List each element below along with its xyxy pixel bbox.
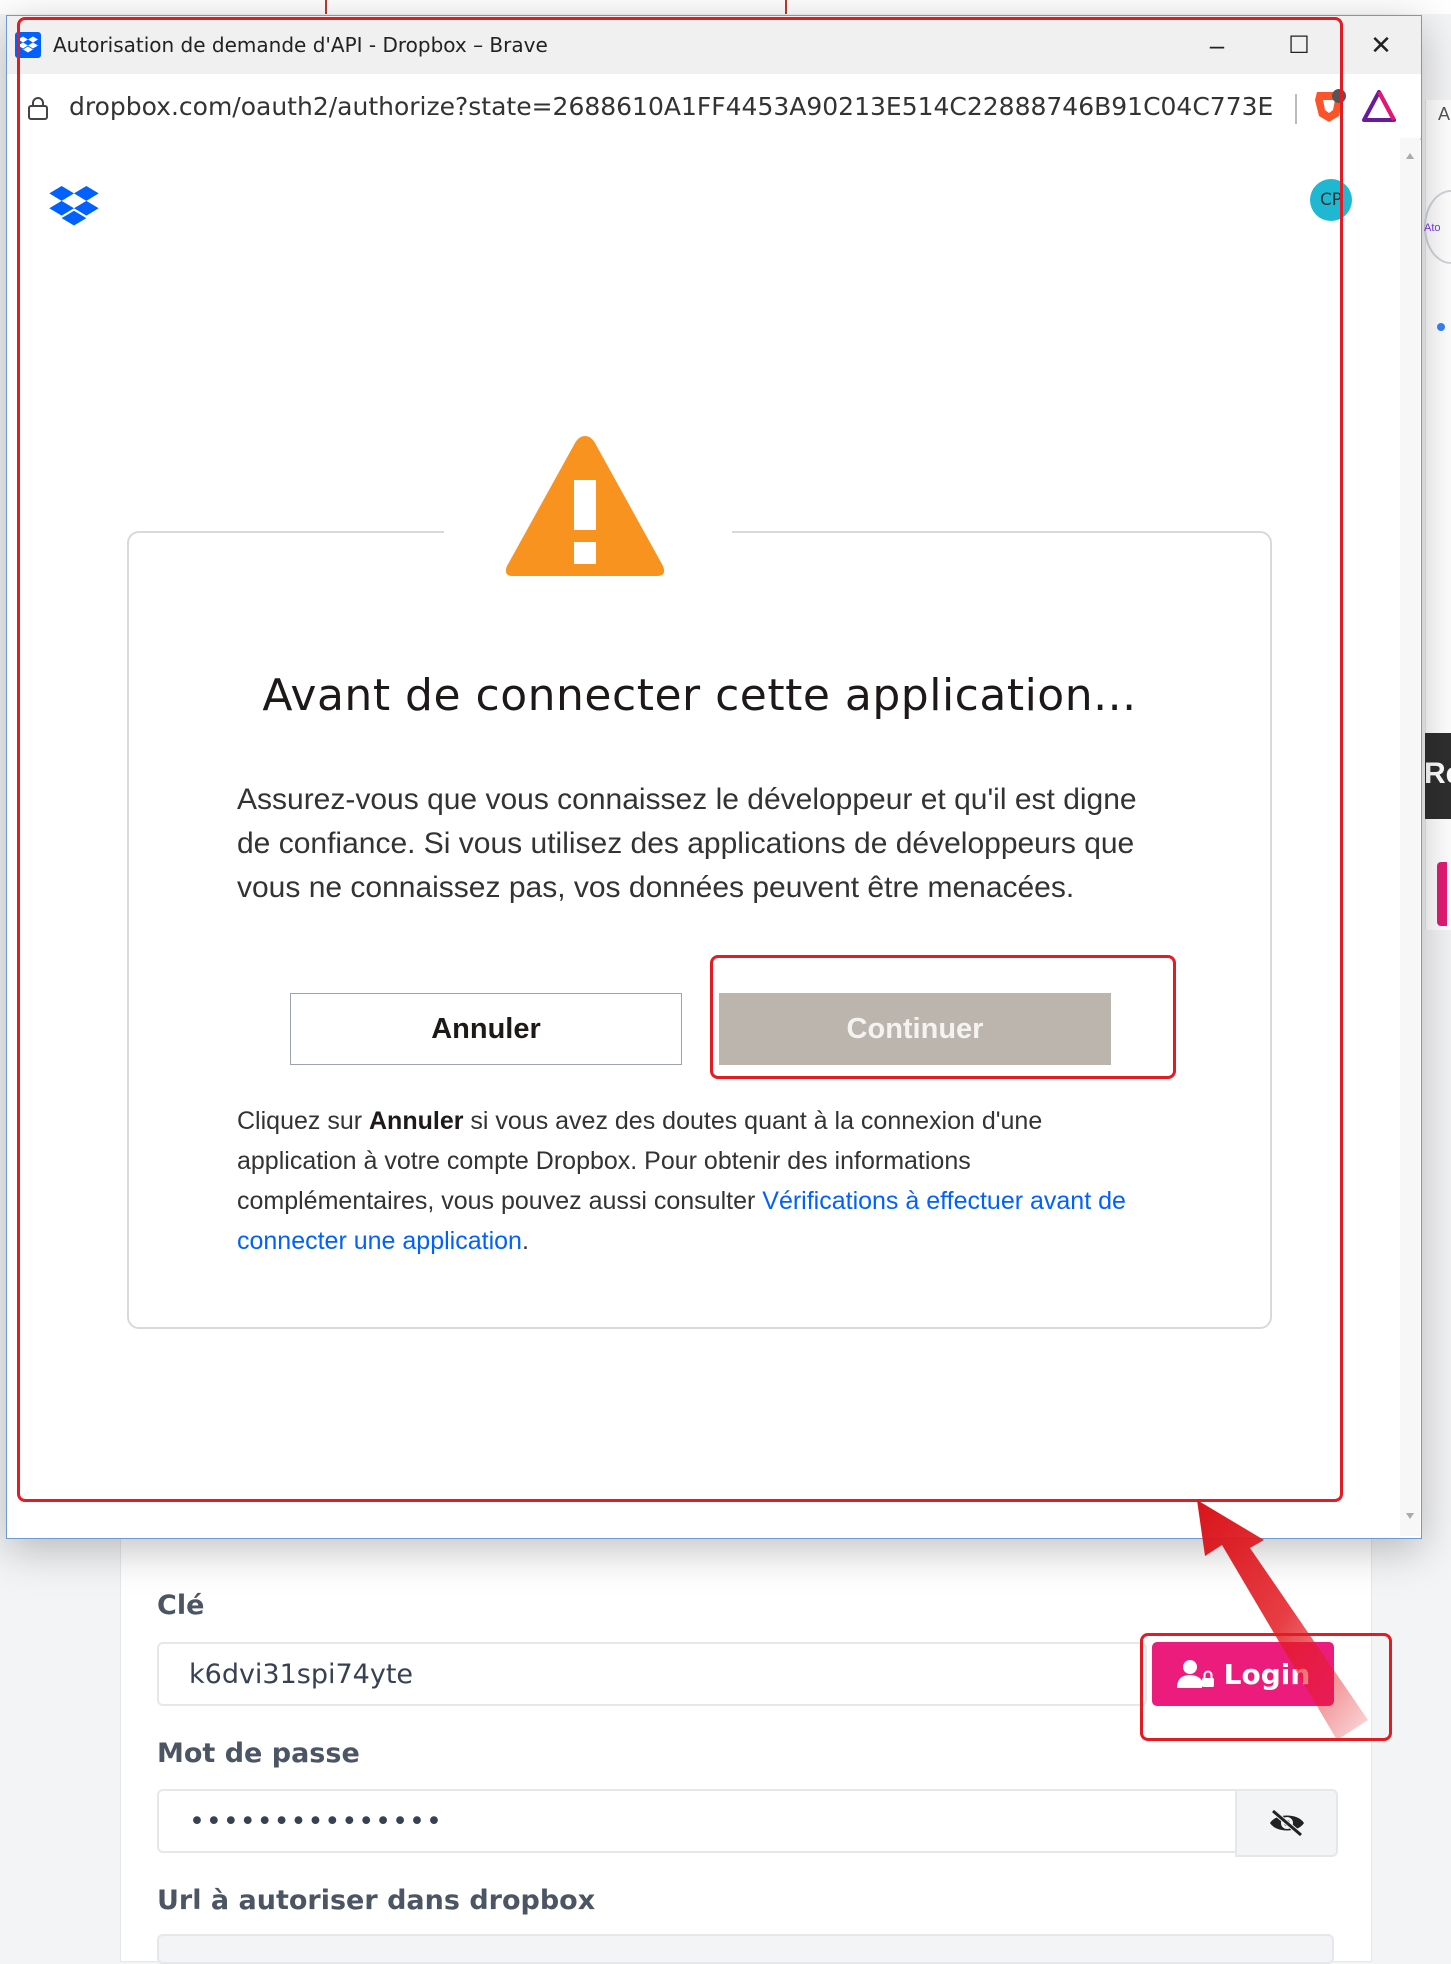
annotation-arrow-icon [1197, 1500, 1368, 1740]
